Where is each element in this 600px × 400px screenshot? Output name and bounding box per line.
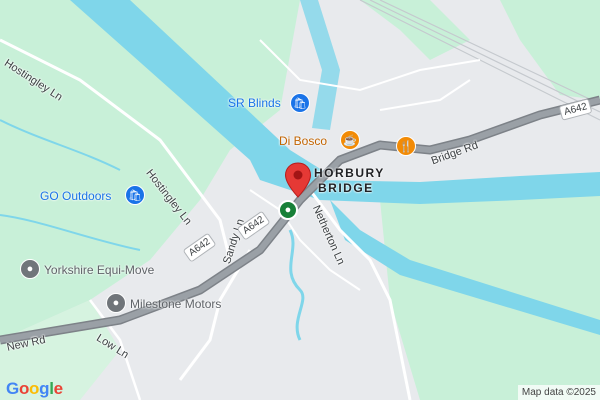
coffee-cup-icon[interactable]: ☕	[340, 130, 360, 150]
map-view[interactable]: Hostingley Ln Hostingley Ln Sandy Ln Net…	[0, 0, 600, 400]
generic-place-icon[interactable]: ●	[106, 293, 126, 313]
shopping-bag-icon[interactable]: 🛍	[290, 93, 310, 113]
location-pin-icon[interactable]	[284, 162, 312, 198]
google-logo: Google	[6, 379, 63, 398]
poi-label-go-outdoors[interactable]: GO Outdoors	[40, 190, 111, 202]
fork-knife-icon[interactable]: 🍴	[396, 136, 416, 156]
shopping-bag-icon[interactable]: 🛍	[125, 185, 145, 205]
poi-label-di-bosco[interactable]: Di Bosco	[279, 135, 327, 147]
poi-label-milestone-motors[interactable]: Milestone Motors	[130, 298, 221, 310]
poi-label-sr-blinds[interactable]: SR Blinds	[228, 97, 281, 109]
place-label-line1: HORBURY	[314, 166, 385, 180]
train-station-icon[interactable]: ●	[278, 200, 298, 220]
poi-label-yorkshire-equi-move[interactable]: Yorkshire Equi-Move	[44, 264, 154, 276]
place-label-line2: BRIDGE	[318, 181, 374, 195]
generic-place-icon[interactable]: ●	[20, 259, 40, 279]
map-attribution[interactable]: Map data ©2025	[517, 385, 600, 400]
